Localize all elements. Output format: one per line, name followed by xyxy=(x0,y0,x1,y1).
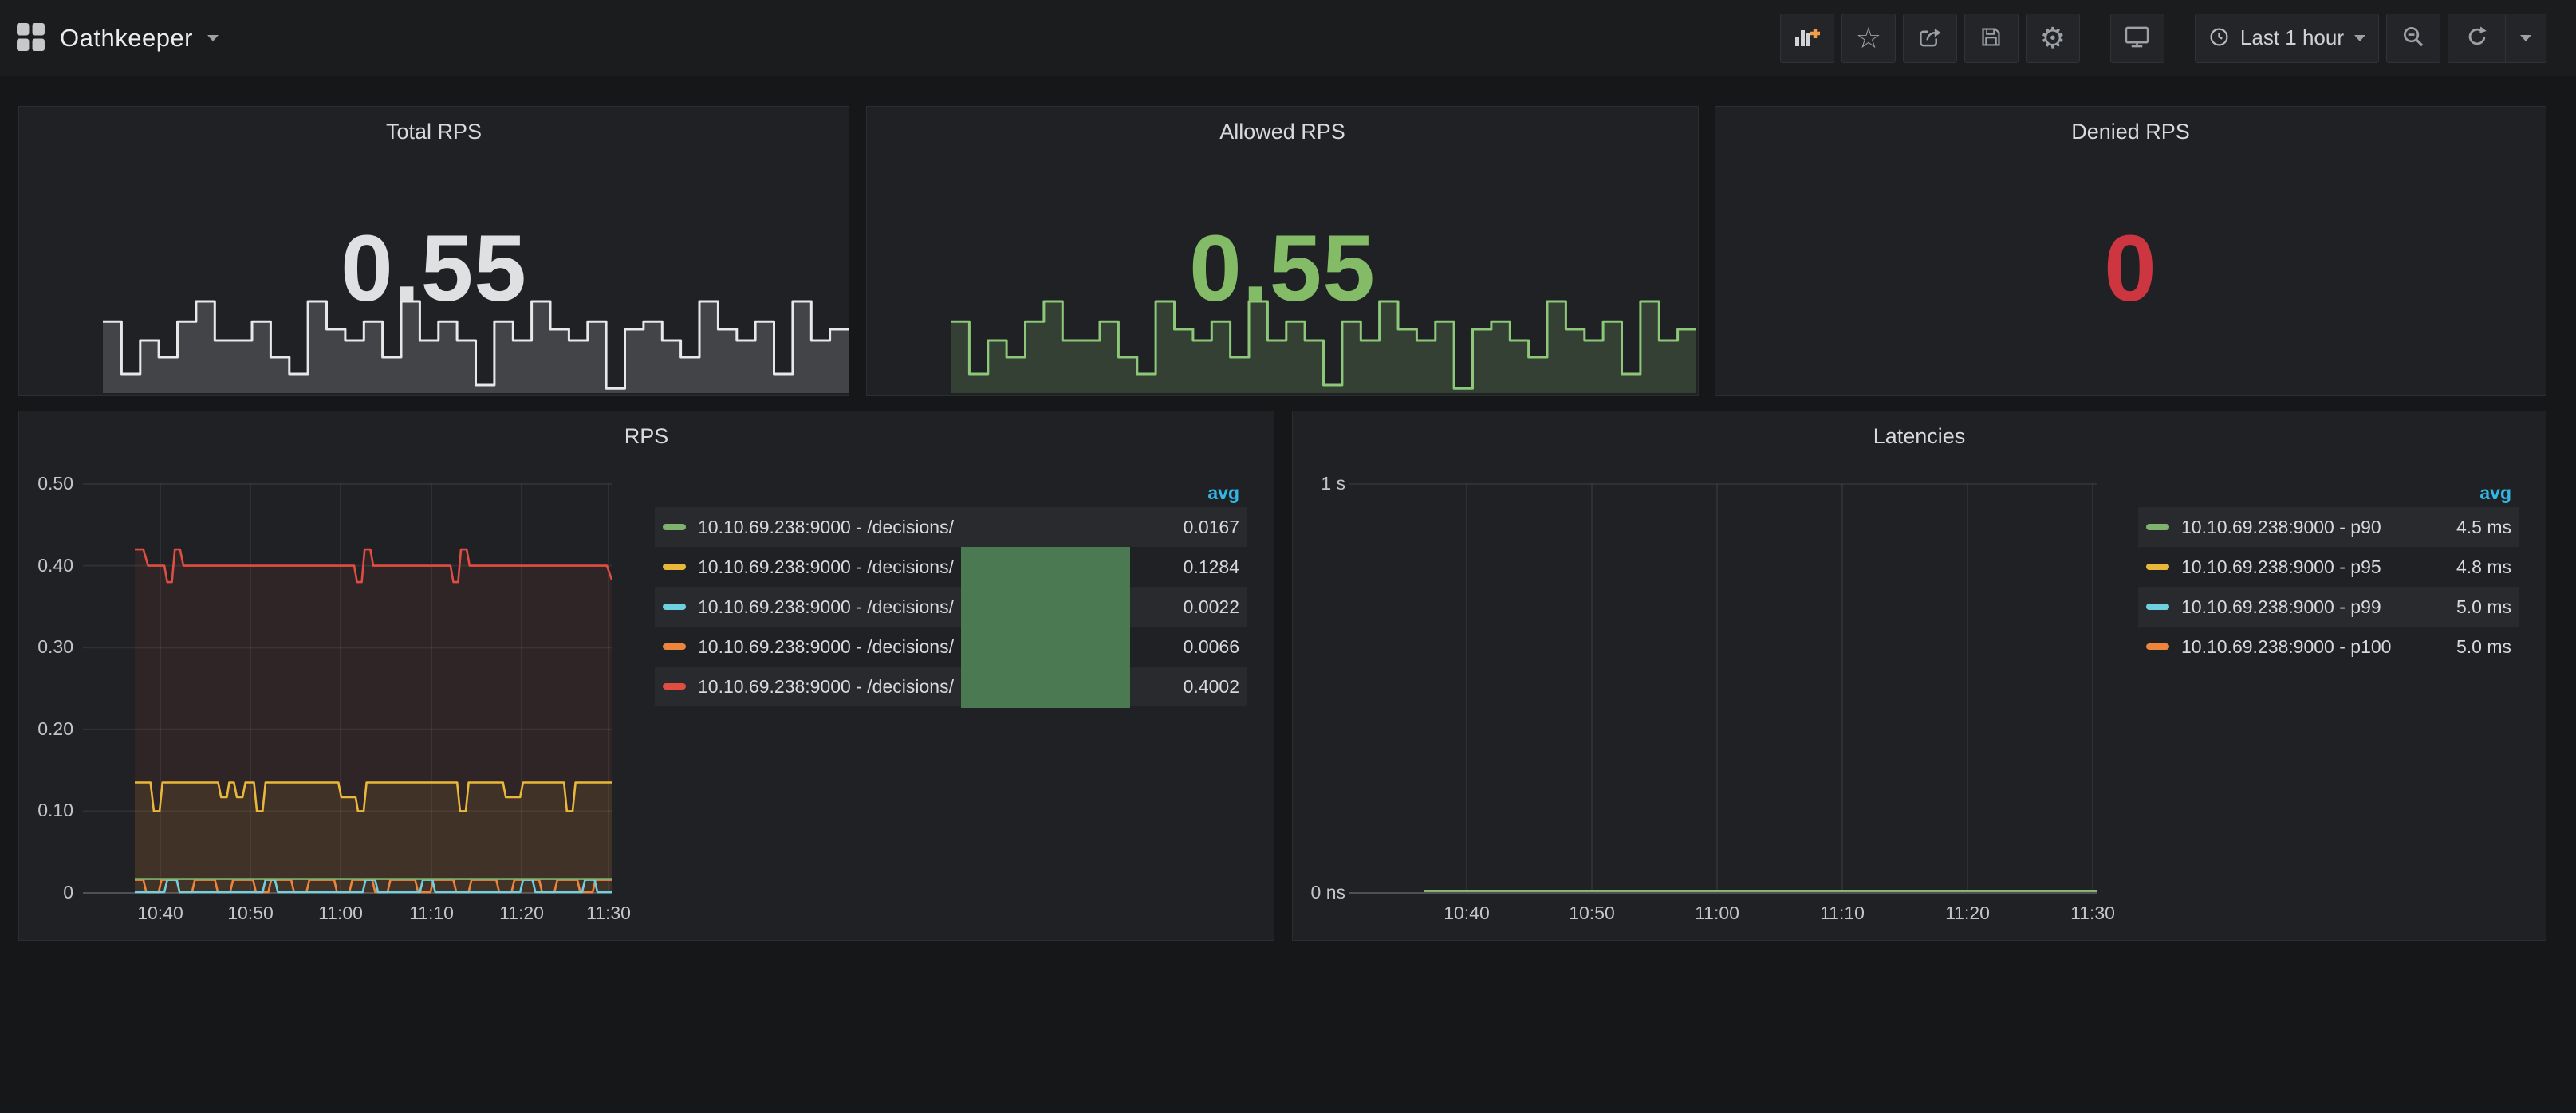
dashboard-title: Oathkeeper xyxy=(60,24,193,53)
y-axis-tick-label: 0 xyxy=(19,882,73,903)
green-overlay-box xyxy=(961,547,1130,708)
latencies-legend: avg10.10.69.238:9000 - p904.5 ms10.10.69… xyxy=(2138,478,2519,667)
legend-series-label[interactable]: 10.10.69.238:9000 - p90 xyxy=(2181,517,2440,538)
legend-color-swatch[interactable] xyxy=(2146,524,2169,530)
latencies-plot-area[interactable] xyxy=(1349,484,2097,893)
legend-row[interactable]: 10.10.69.238:9000 - p95 4.8 ms xyxy=(2138,547,2519,587)
refresh-icon xyxy=(2465,25,2489,51)
panel-title[interactable]: Total RPS xyxy=(19,120,849,144)
legend-series-label[interactable]: 10.10.69.238:9000 - /decisions/ xyxy=(698,517,1168,538)
refresh-button[interactable] xyxy=(2448,14,2505,63)
chevron-down-icon xyxy=(2354,35,2365,41)
x-axis-tick-label: 11:30 xyxy=(2037,903,2149,924)
legend-avg-value: 5.0 ms xyxy=(2456,636,2511,658)
rps-plot-area[interactable] xyxy=(83,484,612,893)
x-axis-tick-label: 11:20 xyxy=(1912,903,2023,924)
zoom-out-icon xyxy=(2401,25,2426,52)
time-picker-button[interactable]: Last 1 hour xyxy=(2195,14,2379,63)
panel-title[interactable]: Allowed RPS xyxy=(867,120,1698,144)
x-axis-tick-label: 10:40 xyxy=(1411,903,1522,924)
legend-series-label[interactable]: 10.10.69.238:9000 - p95 xyxy=(2181,556,2440,578)
stat-value-allowed-rps: 0.55 xyxy=(1189,214,1376,323)
legend-row[interactable]: 10.10.69.238:9000 - /decisions/0.1284 xyxy=(655,547,1247,587)
legend-color-swatch[interactable] xyxy=(663,564,686,570)
x-axis-tick-label: 11:30 xyxy=(553,903,664,924)
settings-button[interactable]: ⚙ xyxy=(2026,14,2080,63)
y-axis-tick-label: 0 ns xyxy=(1293,882,1345,903)
zoom-out-button[interactable] xyxy=(2386,14,2440,63)
legend-series-label[interactable]: 10.10.69.238:9000 - p99 xyxy=(2181,596,2440,618)
panel-title[interactable]: Latencies xyxy=(1293,424,2546,449)
x-axis-tick-label: 10:50 xyxy=(1536,903,1648,924)
legend-avg-value: 4.5 ms xyxy=(2456,517,2511,538)
bar-chart-plus-icon xyxy=(1794,25,1821,51)
legend-avg-value: 4.8 ms xyxy=(2456,556,2511,578)
x-axis-tick-label: 11:00 xyxy=(1661,903,1773,924)
legend-avg-value: 0.0066 xyxy=(1184,636,1239,658)
legend-avg-value: 0.1284 xyxy=(1184,556,1239,578)
time-range-label: Last 1 hour xyxy=(2240,26,2344,50)
legend-color-swatch[interactable] xyxy=(2146,564,2169,570)
legend-avg-value: 5.0 ms xyxy=(2456,596,2511,618)
panel-denied-rps: Denied RPS 0 xyxy=(1715,106,2546,396)
legend-row[interactable]: 10.10.69.238:9000 - /decisions/0.0066 xyxy=(655,627,1247,667)
y-axis-tick-label: 0.50 xyxy=(19,473,73,494)
grid-icon xyxy=(16,22,45,54)
legend-color-swatch[interactable] xyxy=(663,524,686,530)
y-axis-tick-label: 1 s xyxy=(1293,473,1345,494)
share-icon xyxy=(1917,25,1942,52)
y-axis-tick-label: 0.20 xyxy=(19,718,73,740)
legend-color-swatch[interactable] xyxy=(2146,643,2169,650)
legend-row[interactable]: 10.10.69.238:9000 - /decisions/0.0022 xyxy=(655,587,1247,627)
legend-row[interactable]: 10.10.69.238:9000 - p99 5.0 ms xyxy=(2138,587,2519,627)
chevron-down-icon xyxy=(207,35,219,41)
y-axis-tick-label: 0.40 xyxy=(19,555,73,576)
legend-color-swatch[interactable] xyxy=(663,643,686,650)
legend-row[interactable]: 10.10.69.238:9000 - /decisions/0.4002 xyxy=(655,667,1247,706)
legend-color-swatch[interactable] xyxy=(663,604,686,610)
legend-avg-header[interactable]: avg xyxy=(655,478,1247,507)
legend-row[interactable]: 10.10.69.238:9000 - p100 5.0 ms xyxy=(2138,627,2519,667)
share-button[interactable] xyxy=(1903,14,1957,63)
refresh-split-button xyxy=(2448,14,2546,63)
legend-series-label[interactable]: 10.10.69.238:9000 - p100 xyxy=(2181,636,2440,658)
gear-icon: ⚙ xyxy=(2040,24,2066,53)
monitor-icon xyxy=(2124,26,2150,51)
legend-row[interactable]: 10.10.69.238:9000 - /decisions/0.0167 xyxy=(655,507,1247,547)
grafana-dashboard: Oathkeeper ☆ xyxy=(0,0,2576,1113)
legend-avg-value: 0.4002 xyxy=(1184,676,1239,698)
navbar: Oathkeeper ☆ xyxy=(0,0,2576,76)
legend-color-swatch[interactable] xyxy=(663,683,686,690)
panel-total-rps: Total RPS 0.55 xyxy=(18,106,849,396)
legend-avg-value: 0.0022 xyxy=(1184,596,1239,618)
legend-row[interactable]: 10.10.69.238:9000 - p90 4.5 ms xyxy=(2138,507,2519,547)
legend-color-swatch[interactable] xyxy=(2146,604,2169,610)
y-axis-tick-label: 0.30 xyxy=(19,636,73,658)
chevron-down-icon xyxy=(2520,35,2531,41)
save-button[interactable] xyxy=(1964,14,2019,63)
dashboard-picker-button[interactable]: Oathkeeper xyxy=(16,22,219,54)
refresh-interval-dropdown[interactable] xyxy=(2505,14,2546,63)
panel-allowed-rps: Allowed RPS 0.55 xyxy=(866,106,1699,396)
x-axis-tick-label: 11:10 xyxy=(1786,903,1898,924)
stat-value-total-rps: 0.55 xyxy=(341,214,527,323)
panel-title[interactable]: Denied RPS xyxy=(1715,120,2546,144)
favorite-button[interactable]: ☆ xyxy=(1841,14,1896,63)
legend-avg-header[interactable]: avg xyxy=(2138,478,2519,507)
clock-icon xyxy=(2208,26,2230,50)
star-icon: ☆ xyxy=(1856,24,1881,53)
navbar-left: Oathkeeper xyxy=(16,22,219,54)
panel-latencies-graph: Latencies 10:40 10:50 11:00 11:10 11:20 11:30… xyxy=(1292,411,2546,941)
stat-value-denied-rps: 0 xyxy=(2104,214,2157,323)
navbar-right: ☆ ⚙ xyxy=(1780,14,2546,63)
legend-avg-value: 0.0167 xyxy=(1184,517,1239,538)
save-icon xyxy=(1979,26,2003,51)
y-axis-tick-label: 0.10 xyxy=(19,800,73,821)
add-panel-button[interactable] xyxy=(1780,14,1834,63)
rps-legend: avg10.10.69.238:9000 - /decisions/0.0167… xyxy=(655,478,1247,706)
panel-title[interactable]: RPS xyxy=(19,424,1274,449)
cycle-view-button[interactable] xyxy=(2110,14,2164,63)
